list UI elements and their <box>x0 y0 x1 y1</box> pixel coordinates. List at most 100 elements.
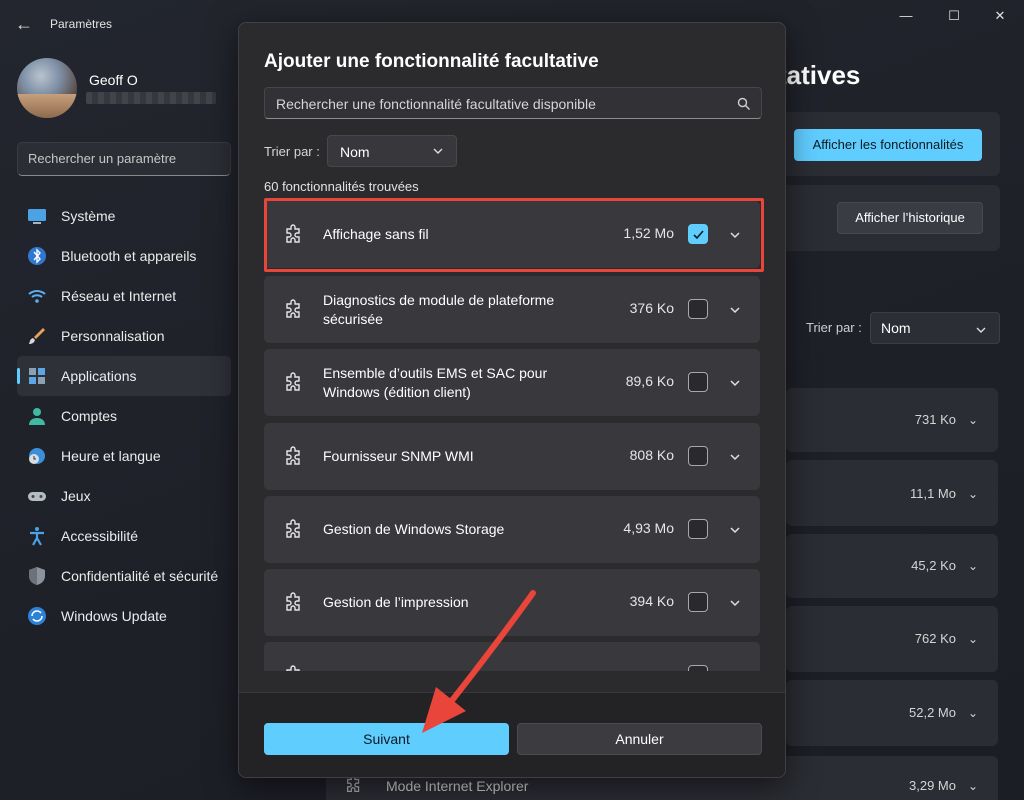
close-button[interactable]: ✕ <box>980 6 1020 30</box>
sidebar-item-comptes[interactable]: Comptes <box>17 396 231 436</box>
sidebar-item-reseau[interactable]: Réseau et Internet <box>17 276 231 316</box>
apps-icon <box>29 368 45 384</box>
chevron-down-icon[interactable]: ⌄ <box>968 706 982 720</box>
installed-row[interactable] <box>786 606 998 672</box>
chevron-down-icon[interactable]: ⌄ <box>968 559 982 573</box>
sort-select-value: Nom <box>340 144 370 160</box>
back-button[interactable]: ← <box>14 14 34 34</box>
sidebar-item-personnalisation[interactable]: Personnalisation <box>17 316 231 356</box>
puzzle-icon <box>286 665 300 671</box>
feature-list: Affichage sans fil 1,52 Mo Diagnostics d… <box>264 201 762 671</box>
chevron-down-icon[interactable] <box>728 376 742 390</box>
sidebar-item-heure-langue[interactable]: Heure et langue <box>17 436 231 476</box>
sort-label-bg: Trier par : <box>806 320 862 335</box>
puzzle-icon <box>286 519 300 538</box>
app-title: Paramètres <box>50 17 113 31</box>
sidebar-item-label: Windows Update <box>61 608 167 624</box>
list-item[interactable]: Affichage sans fil 1,52 Mo <box>264 201 760 268</box>
feature-checkbox[interactable] <box>688 519 708 539</box>
sidebar-item-label: Accessibilité <box>61 528 139 544</box>
puzzle-icon <box>286 299 300 318</box>
feature-search-input[interactable]: Rechercher une fonctionnalité facultativ… <box>264 87 762 119</box>
page-title-partial: tatives <box>778 60 861 90</box>
feature-name: Ensemble d’outils EMS et SAC pour Window… <box>323 365 548 400</box>
chevron-down-icon[interactable] <box>728 523 742 537</box>
feature-name: Gestion de l’impression <box>323 594 469 610</box>
dialog-footer: Suivant Annuler <box>239 692 785 777</box>
chevron-down-icon <box>433 148 443 154</box>
installed-row[interactable] <box>786 680 998 746</box>
results-count: 60 fonctionnalités trouvées <box>264 179 419 194</box>
feature-name: Affichage sans fil <box>323 226 429 242</box>
list-item[interactable]: Diagnostics de module de plateforme sécu… <box>264 276 760 343</box>
list-item[interactable]: Ensemble d’outils EMS et SAC pour Window… <box>264 349 760 416</box>
feature-checkbox[interactable] <box>688 372 708 392</box>
installed-size: 762 Ko <box>914 631 956 646</box>
installed-row[interactable] <box>786 388 998 452</box>
chevron-down-icon[interactable] <box>728 303 742 317</box>
maximize-button[interactable]: ☐ <box>934 6 974 30</box>
installed-row[interactable] <box>786 460 998 526</box>
feature-size: 89,6 Ko <box>625 373 674 389</box>
sort-select-value: Nom <box>881 320 911 336</box>
monitor-icon <box>28 209 46 224</box>
next-button[interactable]: Suivant <box>264 723 509 755</box>
feature-name: Gestion de Windows Storage <box>323 521 505 537</box>
sidebar-item-label: Jeux <box>61 488 91 504</box>
feature-size: 376 Ko <box>629 300 674 316</box>
sidebar-item-applications[interactable]: Applications <box>17 356 231 396</box>
sort-select-bg[interactable]: Nom <box>870 312 1000 344</box>
puzzle-icon <box>286 224 300 243</box>
list-item[interactable]: Fournisseur SNMP WMI 808 Ko <box>264 423 760 490</box>
puzzle-icon <box>286 446 300 465</box>
cancel-button[interactable]: Annuler <box>517 723 762 755</box>
minimize-button[interactable]: — <box>886 6 926 30</box>
sidebar-item-label: Personnalisation <box>61 328 165 344</box>
chevron-down-icon[interactable]: ⌄ <box>968 413 982 427</box>
avatar[interactable] <box>17 58 77 118</box>
feature-size: 1,52 Mo <box>623 225 674 241</box>
feature-checkbox[interactable] <box>688 299 708 319</box>
chevron-down-icon[interactable]: ⌄ <box>968 632 982 646</box>
sidebar-item-bluetooth[interactable]: Bluetooth et appareils <box>17 236 231 276</box>
sidebar-nav: Système Bluetooth et appareils Réseau et… <box>17 196 231 636</box>
sidebar-item-label: Réseau et Internet <box>61 288 177 304</box>
show-features-button[interactable]: Afficher les fonctionnalités <box>794 129 982 161</box>
gamepad-icon <box>28 492 46 501</box>
show-history-button[interactable]: Afficher l’historique <box>837 202 983 234</box>
feature-name: Diagnostics de module de plateforme sécu… <box>323 292 555 327</box>
feature-search-placeholder: Rechercher une fonctionnalité facultativ… <box>276 96 596 112</box>
profile-name: Geoff O <box>89 72 138 88</box>
chevron-down-icon[interactable] <box>728 450 742 464</box>
sidebar-item-systeme[interactable]: Système <box>17 196 231 236</box>
installed-size: 3,29 Mo <box>909 778 956 793</box>
settings-search-input[interactable]: Rechercher un paramètre <box>17 142 231 176</box>
sidebar-item-confidentialite[interactable]: Confidentialité et sécurité <box>17 556 231 596</box>
sidebar-item-windows-update[interactable]: Windows Update <box>17 596 231 636</box>
list-item[interactable]: Gestion de l’impression 394 Ko <box>264 569 760 636</box>
feature-size: 4,93 Mo <box>623 520 674 536</box>
chevron-down-icon[interactable]: ⌄ <box>968 487 982 501</box>
dialog-title: Ajouter une fonctionnalité facultative <box>264 51 599 72</box>
chevron-down-icon[interactable] <box>728 596 742 610</box>
feature-checkbox[interactable] <box>688 665 708 671</box>
sidebar-item-jeux[interactable]: Jeux <box>17 476 231 516</box>
wifi-icon <box>28 290 46 303</box>
chevron-down-icon[interactable]: ⌄ <box>968 779 982 793</box>
chevron-down-icon <box>976 327 986 333</box>
puzzle-icon <box>286 372 300 391</box>
sidebar-item-label: Applications <box>61 368 137 384</box>
chevron-down-icon[interactable] <box>728 228 742 242</box>
installed-size: 11,1 Mo <box>909 486 956 501</box>
installed-size: 731 Ko <box>914 412 956 427</box>
sort-select[interactable]: Nom <box>327 135 457 167</box>
list-item[interactable]: Gestion de Windows Storage 4,93 Mo <box>264 496 760 563</box>
sidebar-item-accessibilite[interactable]: Accessibilité <box>17 516 231 556</box>
list-item[interactable] <box>264 642 760 671</box>
installed-row[interactable] <box>786 534 998 598</box>
installed-size: 52,2 Mo <box>909 705 956 720</box>
search-icon <box>737 97 750 110</box>
feature-checkbox[interactable] <box>688 446 708 466</box>
feature-checkbox[interactable] <box>688 224 708 244</box>
feature-checkbox[interactable] <box>688 592 708 612</box>
